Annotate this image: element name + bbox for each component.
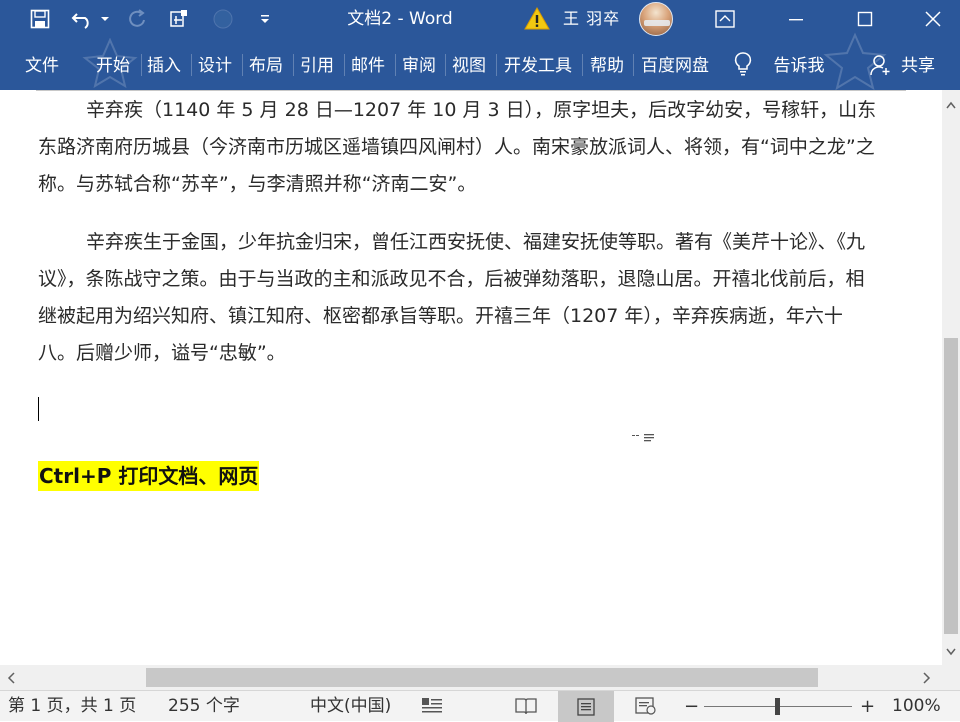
horizontal-scroll-thumb[interactable] [146, 668, 818, 687]
scroll-right-icon[interactable] [916, 665, 938, 690]
tab-layout[interactable]: 布局 [244, 38, 288, 90]
lightbulb-icon[interactable] [730, 38, 756, 90]
zoom-out-button[interactable]: − [684, 691, 699, 722]
ribbon-display-options-icon[interactable] [702, 0, 748, 38]
tab-divider [445, 54, 446, 76]
redo-icon [124, 0, 150, 38]
shortcut-caption[interactable]: Ctrl+P 打印文档、网页 [38, 461, 260, 491]
document-canvas[interactable]: 辛弃疾（1140 年 5 月 28 日—1207 年 10 月 3 日），原字坦… [0, 90, 942, 665]
save-icon[interactable] [26, 0, 54, 38]
scroll-left-icon[interactable] [0, 665, 22, 690]
macro-recording-icon[interactable] [420, 695, 444, 717]
page-top-edge [36, 90, 906, 91]
paragraph-1[interactable]: 辛弃疾（1140 年 5 月 28 日—1207 年 10 月 3 日），原字坦… [38, 92, 878, 203]
warning-icon[interactable] [524, 6, 550, 32]
paste-options-icon[interactable] [632, 434, 656, 444]
page-count[interactable]: 第 1 页，共 1 页 [8, 691, 136, 722]
tab-divider [242, 54, 243, 76]
tab-help[interactable]: 帮助 [584, 38, 630, 90]
vertical-scrollbar[interactable] [942, 90, 960, 665]
tab-divider [582, 54, 583, 76]
tab-divider [191, 54, 192, 76]
tab-divider [344, 54, 345, 76]
word-count[interactable]: 255 个字 [168, 691, 240, 722]
tab-divider [293, 54, 294, 76]
read-mode-icon[interactable] [514, 695, 538, 717]
undo-dropdown-icon[interactable] [98, 0, 112, 38]
scroll-down-icon[interactable] [942, 643, 960, 661]
avatar[interactable] [639, 2, 673, 36]
text-cursor [38, 397, 39, 421]
tell-me-search[interactable]: 告诉我 [766, 38, 832, 90]
touch-mode-icon[interactable] [165, 0, 193, 38]
document-title: 文档2 - Word [347, 9, 453, 29]
tab-developer[interactable]: 开发工具 [498, 38, 578, 90]
paragraph-2[interactable]: 辛弃疾生于金国，少年抗金归宋，曾任江西安抚使、福建安抚使等职。著有《美芹十论》、… [38, 224, 878, 372]
zoom-in-button[interactable]: + [860, 691, 875, 722]
scrollbar-corner [942, 665, 960, 690]
tab-divider [633, 54, 634, 76]
horizontal-scrollbar[interactable] [0, 665, 942, 690]
tab-home[interactable]: 开始 [88, 38, 138, 90]
vertical-scroll-thumb[interactable] [944, 338, 958, 634]
print-layout-icon[interactable] [558, 691, 614, 722]
tab-divider [395, 54, 396, 76]
tab-file[interactable]: 文件 [14, 38, 70, 90]
ribbon-tab-bar: 文件 开始 插入 设计 布局 引用 邮件 审阅 视图 开发工具 帮助 百度网盘 … [0, 32, 960, 91]
tab-view[interactable]: 视图 [447, 38, 491, 90]
title-bar: 文档2 - Word 王 羽卒 [0, 0, 960, 38]
tab-divider [496, 54, 497, 76]
tab-mailings[interactable]: 邮件 [346, 38, 390, 90]
tab-references[interactable]: 引用 [295, 38, 339, 90]
user-name[interactable]: 王 羽卒 [563, 0, 620, 38]
close-icon[interactable] [910, 0, 956, 38]
zoom-slider-thumb[interactable] [775, 698, 780, 715]
share-user-icon[interactable] [868, 38, 892, 90]
minimize-icon[interactable] [773, 0, 819, 38]
scroll-up-icon[interactable] [942, 96, 960, 114]
web-layout-icon[interactable] [634, 695, 658, 717]
undo-icon[interactable] [68, 0, 98, 38]
zoom-level[interactable]: 100% [892, 691, 941, 722]
language-indicator[interactable]: 中文(中国) [310, 691, 391, 722]
tab-baidu-netdisk[interactable]: 百度网盘 [635, 38, 715, 90]
circle-icon[interactable] [210, 0, 236, 38]
customize-dropdown-icon[interactable] [256, 0, 274, 38]
tab-insert[interactable]: 插入 [142, 38, 186, 90]
tab-design[interactable]: 设计 [193, 38, 237, 90]
status-bar: 第 1 页，共 1 页 255 个字 中文(中国) − + 100% [0, 690, 960, 722]
tab-review[interactable]: 审阅 [397, 38, 441, 90]
share-button[interactable]: 共享 [896, 38, 940, 90]
